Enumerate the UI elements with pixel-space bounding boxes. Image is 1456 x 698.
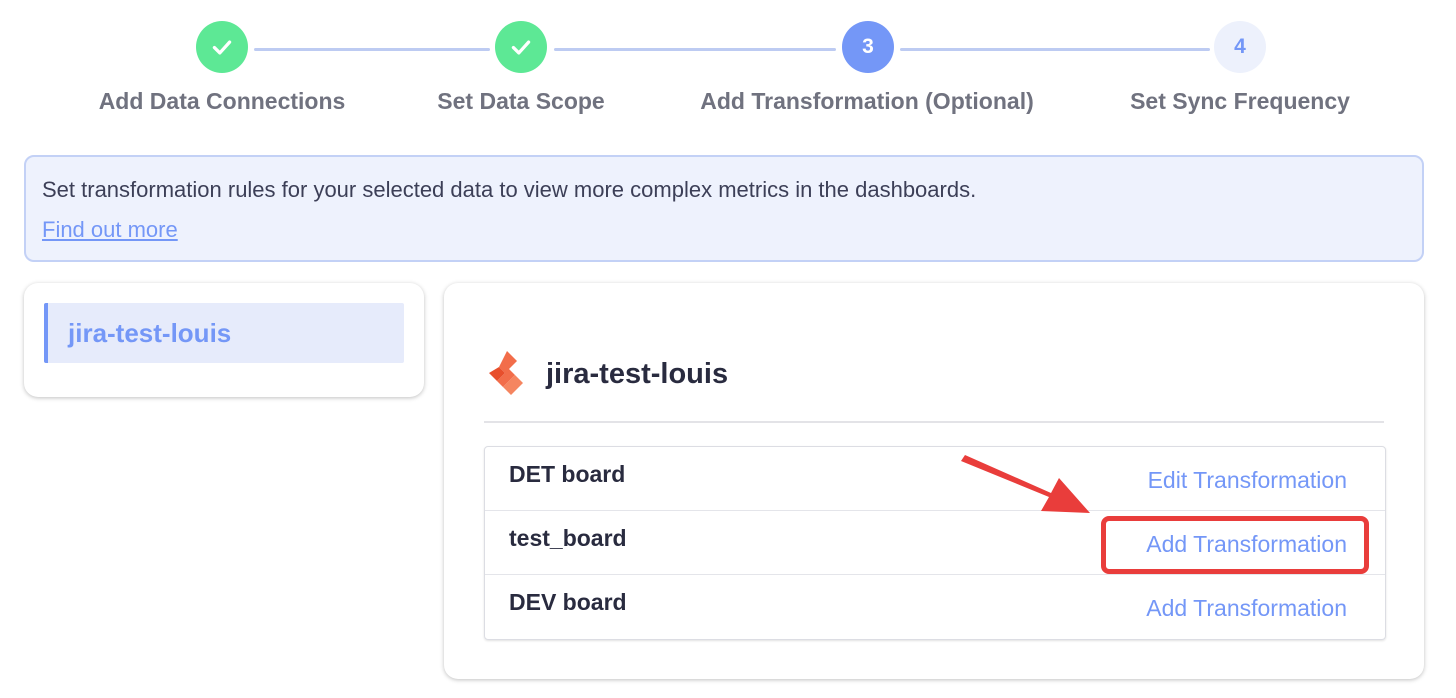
step-3-number[interactable]: 3 <box>842 21 894 73</box>
divider <box>484 421 1384 423</box>
step-connector <box>900 48 1210 51</box>
step-1-check-icon[interactable] <box>196 21 248 73</box>
banner-text: Set transformation rules for your select… <box>42 177 977 202</box>
connection-list: jira-test-louis <box>24 283 424 397</box>
connection-title: jira-test-louis <box>546 357 729 390</box>
table-row: DET board Edit Transformation <box>485 447 1385 511</box>
table-row: DEV board Add Transformation <box>485 575 1385 639</box>
connection-header: jira-test-louis <box>484 349 728 399</box>
step-2-check-icon[interactable] <box>495 21 547 73</box>
step-4-number[interactable]: 4 <box>1214 21 1266 73</box>
add-transformation-button[interactable]: Add Transformation <box>1146 595 1347 622</box>
stepper: 3 4 Add Data Connections Set Data Scope … <box>0 0 1456 140</box>
connection-list-item[interactable]: jira-test-louis <box>44 303 404 363</box>
step-connector <box>554 48 836 51</box>
board-name: test_board <box>509 525 627 551</box>
connection-detail-card: jira-test-louis DET board Edit Transform… <box>444 283 1424 679</box>
step-2-label: Set Data Scope <box>437 88 605 114</box>
edit-transformation-button[interactable]: Edit Transformation <box>1148 467 1347 494</box>
step-3-label: Add Transformation (Optional) <box>700 88 1034 114</box>
step-4-label: Set Sync Frequency <box>1130 88 1350 114</box>
step-1-label: Add Data Connections <box>98 88 346 114</box>
jira-icon <box>489 351 523 395</box>
page: 3 4 Add Data Connections Set Data Scope … <box>0 0 1456 698</box>
info-banner: Set transformation rules for your select… <box>24 155 1424 262</box>
find-out-more-link[interactable]: Find out more <box>42 217 178 243</box>
board-name: DEV board <box>509 589 627 615</box>
annotation-arrow-icon <box>961 455 1090 513</box>
annotation-highlight-box <box>1101 516 1369 574</box>
step-connector <box>254 48 490 51</box>
board-name: DET board <box>509 461 626 487</box>
